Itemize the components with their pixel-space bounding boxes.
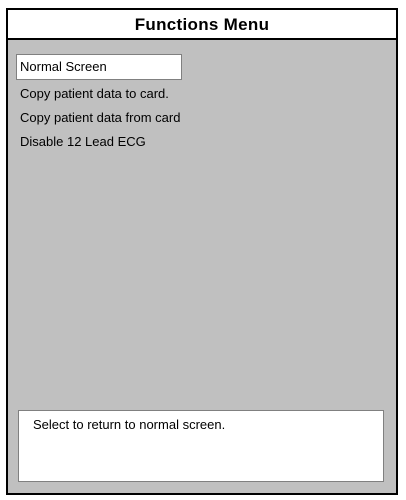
help-text-box: Select to return to normal screen. <box>18 410 384 482</box>
functions-menu-window: Functions Menu Normal Screen Copy patien… <box>6 8 398 495</box>
menu-item-copy-to-card[interactable]: Copy patient data to card. <box>16 82 388 106</box>
menu-item-disable-12-lead-ecg[interactable]: Disable 12 Lead ECG <box>16 130 388 154</box>
functions-menu-list: Normal Screen Copy patient data to card.… <box>16 54 388 154</box>
help-text: Select to return to normal screen. <box>33 417 226 432</box>
menu-item-normal-screen[interactable]: Normal Screen <box>16 54 182 80</box>
menu-title: Functions Menu <box>8 10 396 40</box>
menu-item-copy-from-card[interactable]: Copy patient data from card <box>16 106 388 130</box>
